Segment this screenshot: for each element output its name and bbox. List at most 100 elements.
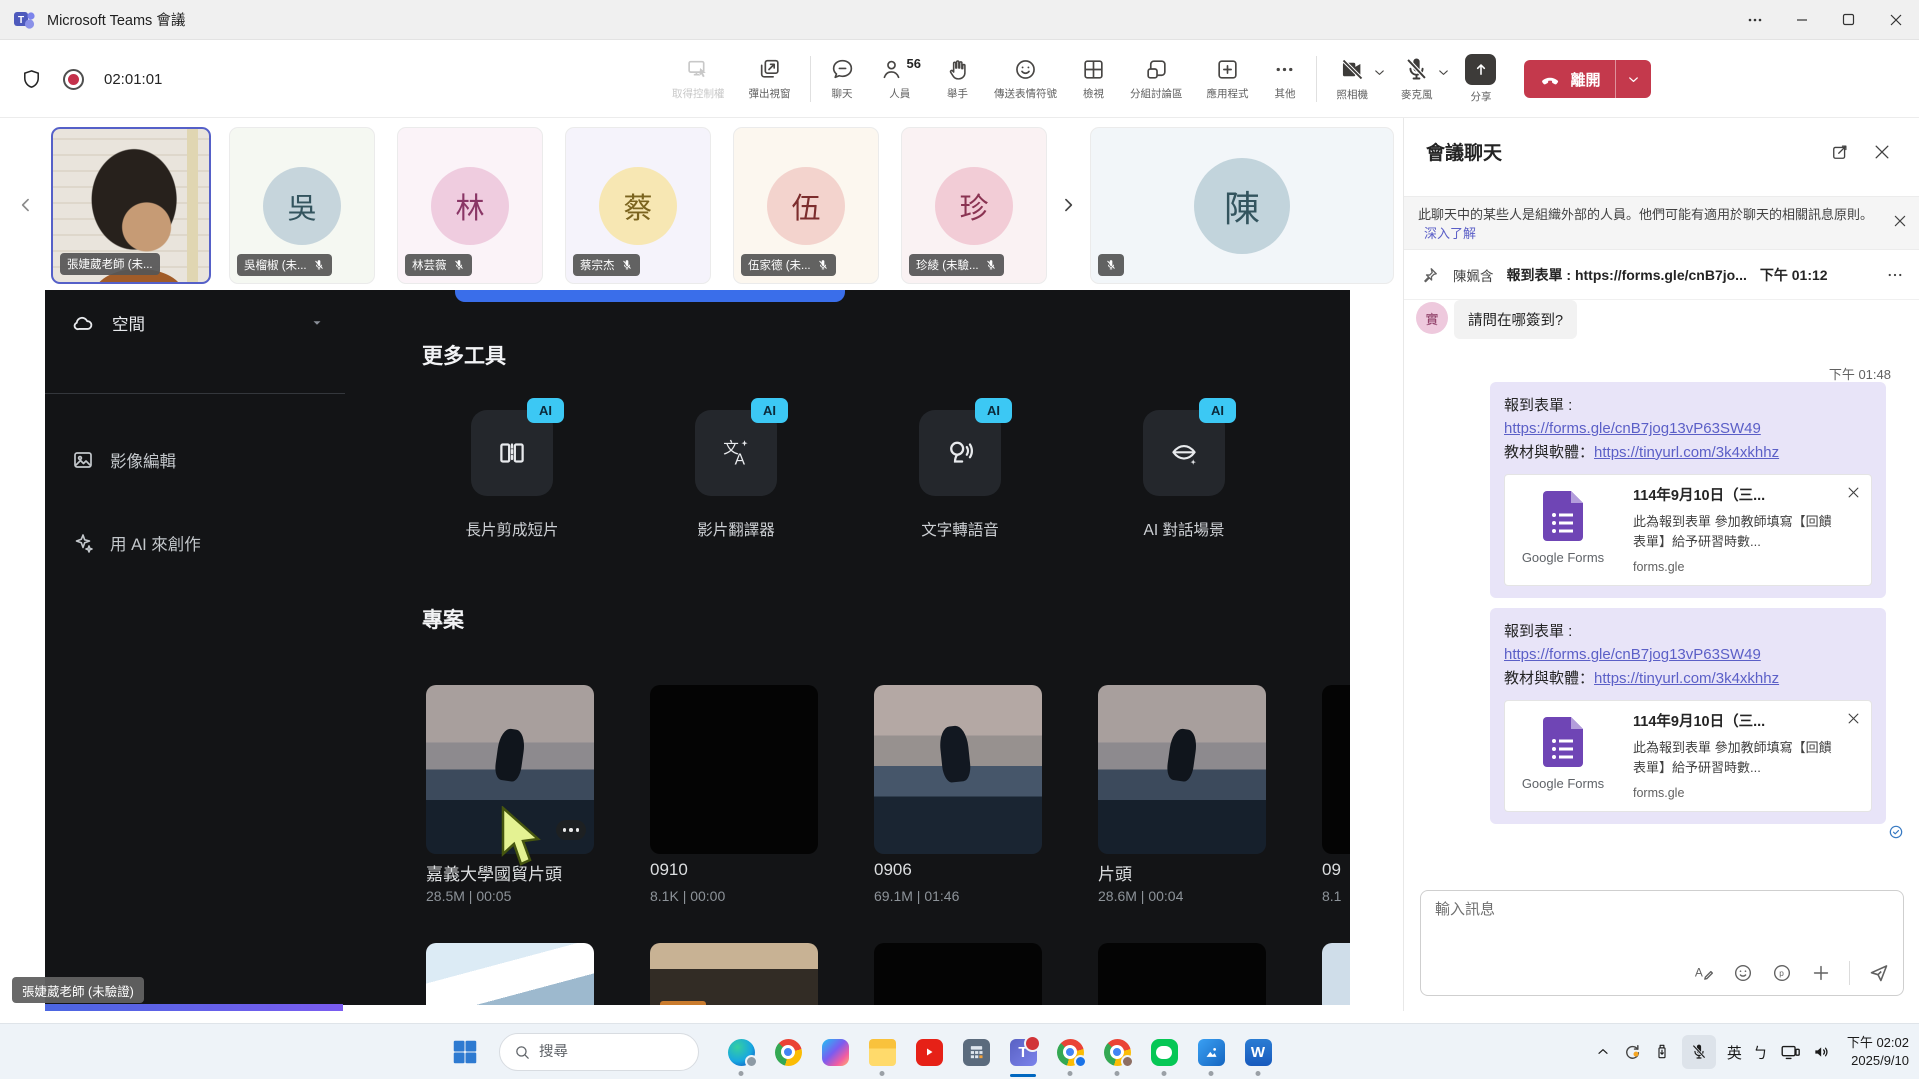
pinned-more-button[interactable] <box>1886 266 1904 284</box>
send-reaction-button[interactable]: 傳送表情符號 <box>982 57 1069 101</box>
taskbar-app-explorer[interactable] <box>863 1024 901 1079</box>
project-thumbnail[interactable] <box>874 943 1042 1005</box>
view-button[interactable]: 檢視 <box>1069 57 1118 101</box>
chevron-down-icon <box>310 316 324 330</box>
project-thumbnail[interactable] <box>1098 685 1266 854</box>
project-thumbnail[interactable] <box>1322 685 1350 854</box>
link-preview-card[interactable]: Google Forms 114年9月10日（三... 此為報到表單 參加教師填… <box>1504 700 1872 812</box>
project-thumbnail[interactable] <box>1322 943 1350 1005</box>
project-thumbnail[interactable] <box>650 943 818 1005</box>
share-button[interactable]: 分享 <box>1453 54 1508 104</box>
sidebar-item-ai-create[interactable]: 用 AI 來創作 <box>71 531 201 555</box>
project-more-button[interactable] <box>556 820 586 840</box>
emoji-icon[interactable] <box>1732 962 1754 984</box>
lips-icon <box>1167 436 1201 470</box>
video-tile[interactable]: 蔡 蔡宗杰 <box>565 127 711 284</box>
taskbar-app-copilot[interactable] <box>816 1024 854 1079</box>
chat-button[interactable]: 聊天 <box>818 57 867 101</box>
video-tile[interactable]: 珍 珍綾 (未驗... <box>901 127 1047 284</box>
project-meta: 28.6M | 00:04 <box>1098 888 1183 904</box>
take-control-button[interactable]: 取得控制權 <box>660 57 737 101</box>
apps-button[interactable]: 應用程式 <box>1194 57 1260 101</box>
video-tile[interactable]: 陳 <box>1090 127 1394 284</box>
sidebar-item-space[interactable]: 空間 <box>71 310 324 336</box>
mic-muted-icon <box>313 259 325 271</box>
notice-dismiss-button[interactable] <box>1892 213 1908 229</box>
minimize-button[interactable] <box>1778 0 1825 39</box>
project-thumbnail[interactable] <box>426 943 594 1005</box>
link-preview-card[interactable]: Google Forms 114年9月10日（三... 此為報到表單 參加教師填… <box>1504 474 1872 586</box>
presenter-name-chip: 張婕葳老師 (未驗證) <box>12 977 144 1003</box>
sidebar-divider <box>45 393 345 394</box>
tray-usb-icon[interactable] <box>1653 1043 1671 1061</box>
tray-volume-icon[interactable] <box>1812 1042 1832 1062</box>
meeting-toolbar: 02:01:01 取得控制權 彈出視窗 聊天 56 人員 舉手 <box>0 40 1919 118</box>
window-more-button[interactable] <box>1731 0 1778 39</box>
tray-sync-icon[interactable] <box>1622 1042 1642 1062</box>
taskbar-app-youtube[interactable] <box>910 1024 948 1079</box>
share-icon <box>1465 54 1496 85</box>
chat-close-button[interactable] <box>1872 142 1892 162</box>
taskbar-app-calculator[interactable] <box>957 1024 995 1079</box>
card-dismiss-button[interactable] <box>1846 485 1861 500</box>
forms-link[interactable]: https://forms.gle/cnB7jog13vP63SW49 <box>1504 420 1761 437</box>
attach-plus-icon[interactable] <box>1810 962 1832 984</box>
format-icon[interactable]: A <box>1693 962 1715 984</box>
people-button[interactable]: 56 人員 <box>867 57 933 101</box>
leave-button[interactable]: 離開 <box>1524 60 1651 98</box>
taskbar-app-line[interactable] <box>1145 1024 1183 1079</box>
translate-icon: 文A <box>719 436 753 470</box>
tinyurl-link[interactable]: https://tinyurl.com/3k4xkhhz <box>1594 444 1779 461</box>
project-thumbnail[interactable] <box>1098 943 1266 1005</box>
gif-icon[interactable]: p <box>1771 962 1793 984</box>
tray-hidden-icons-chevron[interactable] <box>1595 1044 1611 1060</box>
breakout-rooms-button[interactable]: 分組討論區 <box>1118 57 1195 101</box>
taskbar-app-photos[interactable] <box>1192 1024 1230 1079</box>
more-button[interactable]: 其他 <box>1260 57 1309 101</box>
strip-scroll-left-chevron[interactable] <box>16 195 36 215</box>
ime-mode-indicator[interactable]: ㄅ <box>1753 1042 1768 1063</box>
video-tile[interactable]: 吳 吳榴椒 (未... <box>229 127 375 284</box>
video-tile[interactable]: 林 林芸薇 <box>397 127 543 284</box>
project-thumbnail[interactable] <box>650 685 818 854</box>
taskbar-app-chrome[interactable] <box>769 1024 807 1079</box>
forms-link[interactable]: https://forms.gle/cnB7jog13vP63SW49 <box>1504 646 1761 663</box>
learn-more-link[interactable]: 深入了解 <box>1424 226 1476 241</box>
video-tile-presenter[interactable]: 張婕葳老師 (未... <box>51 127 211 284</box>
video-tile[interactable]: 伍 伍家德 (未... <box>733 127 879 284</box>
taskbar-clock[interactable]: 下午 02:02 2025/9/10 <box>1847 1034 1909 1069</box>
taskbar-app-teams[interactable]: T <box>1004 1024 1042 1079</box>
projects-heading: 專案 <box>422 604 464 634</box>
card-dismiss-button[interactable] <box>1846 711 1861 726</box>
chat-input-box[interactable]: A p <box>1420 890 1904 996</box>
search-input[interactable] <box>539 1044 659 1060</box>
google-forms-logo: Google Forms <box>1505 475 1621 585</box>
taskbar-app-chrome-profile3[interactable] <box>1098 1024 1136 1079</box>
raise-hand-button[interactable]: 舉手 <box>933 57 982 101</box>
taskbar-search[interactable] <box>499 1033 699 1071</box>
popout-button[interactable]: 彈出視窗 <box>737 57 803 101</box>
tray-cast-icon[interactable] <box>1779 1041 1801 1063</box>
taskbar-app-chrome-profile2[interactable] <box>1051 1024 1089 1079</box>
taskbar-app-edge[interactable] <box>722 1024 760 1079</box>
chat-popout-button[interactable] <box>1830 142 1850 162</box>
ime-language-indicator[interactable]: 英 <box>1727 1042 1742 1063</box>
mic-options-chevron[interactable] <box>1436 65 1451 80</box>
strip-scroll-right-chevron[interactable] <box>1058 195 1078 215</box>
leave-options-chevron[interactable] <box>1615 60 1651 98</box>
message-input[interactable] <box>1435 901 1755 918</box>
mic-muted-icon <box>817 259 829 271</box>
project-thumbnail[interactable] <box>874 685 1042 854</box>
start-button[interactable] <box>446 1024 484 1079</box>
maximize-button[interactable] <box>1825 0 1872 39</box>
tray-mic-muted-icon[interactable] <box>1682 1035 1716 1069</box>
camera-options-chevron[interactable] <box>1372 65 1387 80</box>
send-icon[interactable] <box>1867 961 1891 985</box>
pinned-message[interactable]: 陳姵含 報到表單 : https://forms.gle/cnB7jo... 下… <box>1404 250 1919 300</box>
taskbar-app-word[interactable]: W <box>1239 1024 1277 1079</box>
hangup-icon <box>1539 68 1561 90</box>
project-title: 0906 <box>874 860 1044 880</box>
close-window-button[interactable] <box>1872 0 1919 39</box>
tinyurl-link[interactable]: https://tinyurl.com/3k4xkhhz <box>1594 670 1779 687</box>
sidebar-item-image-edit[interactable]: 影像編輯 <box>71 448 176 472</box>
